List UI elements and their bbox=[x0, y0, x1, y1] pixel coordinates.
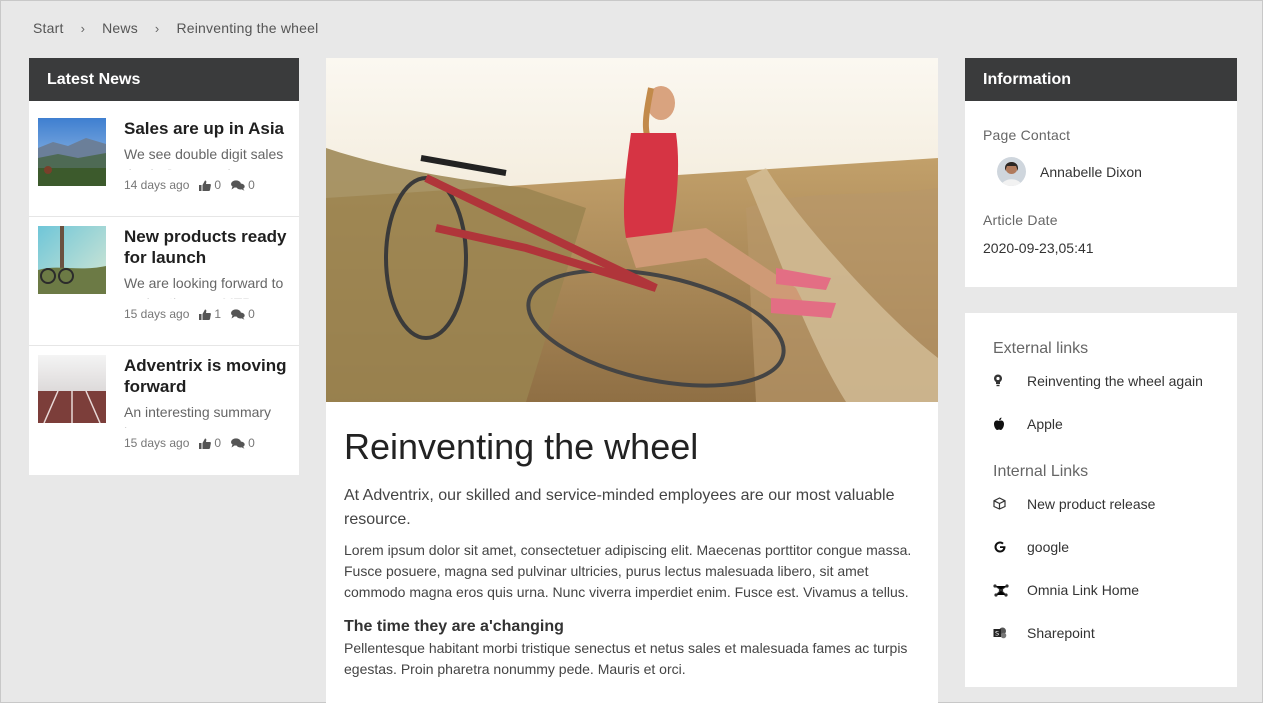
link-label[interactable]: Apple bbox=[1027, 416, 1063, 432]
news-age: 14 days ago bbox=[124, 178, 190, 192]
contact-name[interactable]: Annabelle Dixon bbox=[1040, 164, 1142, 180]
breadcrumb-news[interactable]: News bbox=[102, 20, 138, 36]
link-label[interactable]: New product release bbox=[1027, 496, 1155, 512]
link-item[interactable]: New product release bbox=[993, 482, 1209, 525]
news-meta: 15 days ago 0 0 bbox=[124, 436, 289, 450]
news-item[interactable]: Sales are up in Asia We see double digit… bbox=[29, 101, 299, 217]
comments-icon bbox=[231, 308, 245, 320]
news-thumbnail[interactable] bbox=[38, 226, 106, 294]
information-panel: Information Page Contact Annabelle Dixon… bbox=[965, 58, 1237, 287]
comments-stat[interactable]: 0 bbox=[231, 307, 255, 321]
link-label[interactable]: Reinventing the wheel again bbox=[1027, 373, 1203, 389]
likes-count: 0 bbox=[214, 178, 222, 192]
breadcrumb-start[interactable]: Start bbox=[33, 20, 64, 36]
article-date-label: Article Date bbox=[983, 212, 1058, 228]
comments-count: 0 bbox=[248, 436, 255, 450]
likes-count: 1 bbox=[214, 307, 222, 321]
news-summary: We see double digit sales rise in Japan … bbox=[124, 146, 284, 170]
link-label[interactable]: google bbox=[1027, 539, 1069, 555]
comments-icon bbox=[231, 179, 245, 191]
lightbulb-icon bbox=[993, 374, 1027, 388]
avatar[interactable] bbox=[997, 157, 1026, 186]
news-age: 15 days ago bbox=[124, 307, 190, 321]
likes-stat[interactable]: 0 bbox=[199, 178, 221, 192]
comments-stat[interactable]: 0 bbox=[231, 436, 255, 450]
news-meta: 14 days ago 0 0 bbox=[124, 178, 289, 192]
news-age: 15 days ago bbox=[124, 436, 190, 450]
article-subheading: The time they are a'changing bbox=[344, 618, 564, 635]
comments-icon bbox=[231, 437, 245, 449]
internal-links-heading: Internal Links bbox=[993, 463, 1089, 480]
link-item[interactable]: Apple bbox=[993, 402, 1209, 445]
news-thumbnail[interactable] bbox=[38, 118, 106, 186]
link-item[interactable]: google bbox=[993, 525, 1209, 568]
link-label[interactable]: Sharepoint bbox=[1027, 625, 1095, 641]
comments-stat[interactable]: 0 bbox=[231, 178, 255, 192]
link-item[interactable]: Omnia Link Home bbox=[993, 568, 1209, 611]
news-title[interactable]: Sales are up in Asia bbox=[124, 118, 289, 139]
information-title: Information bbox=[965, 58, 1237, 101]
article-lead: At Adventrix, our skilled and service-mi… bbox=[344, 487, 895, 528]
link-item[interactable]: S Sharepoint bbox=[993, 611, 1209, 654]
latest-news-panel: Latest News Sales are up in Asia We see … bbox=[29, 58, 299, 475]
apple-icon bbox=[993, 417, 1027, 431]
box-icon bbox=[993, 497, 1027, 510]
news-meta: 15 days ago 1 0 bbox=[124, 307, 289, 321]
page-contact[interactable]: Annabelle Dixon bbox=[997, 157, 1219, 186]
hero-image bbox=[326, 58, 938, 402]
page-contact-label: Page Contact bbox=[983, 127, 1071, 143]
thumbs-up-icon bbox=[199, 180, 212, 191]
comments-count: 0 bbox=[248, 178, 255, 192]
news-summary: An interesting summary here bbox=[124, 404, 272, 428]
news-title[interactable]: New products ready for launch bbox=[124, 226, 289, 268]
news-title[interactable]: Adventrix is moving forward bbox=[124, 355, 289, 397]
news-thumbnail[interactable] bbox=[38, 355, 106, 423]
article-title: Reinventing the wheel bbox=[344, 426, 699, 467]
breadcrumb: Start › News › Reinventing the wheel bbox=[33, 20, 318, 36]
breadcrumb-current: Reinventing the wheel bbox=[176, 20, 319, 36]
likes-stat[interactable]: 0 bbox=[199, 436, 221, 450]
network-icon bbox=[993, 583, 1027, 597]
sharepoint-icon: S bbox=[993, 626, 1027, 640]
google-icon bbox=[993, 540, 1027, 554]
likes-stat[interactable]: 1 bbox=[199, 307, 221, 321]
likes-count: 0 bbox=[214, 436, 222, 450]
news-item[interactable]: Adventrix is moving forward An interesti… bbox=[29, 346, 299, 475]
latest-news-title: Latest News bbox=[29, 58, 299, 101]
breadcrumb-separator: › bbox=[80, 20, 86, 36]
article: Reinventing the wheel At Adventrix, our … bbox=[326, 58, 938, 703]
breadcrumb-separator: › bbox=[154, 20, 160, 36]
thumbs-up-icon bbox=[199, 438, 212, 449]
news-list: Sales are up in Asia We see double digit… bbox=[29, 101, 299, 475]
article-date-value: 2020-09-23,05:41 bbox=[983, 240, 1094, 256]
news-summary: We are looking forward to seeing the new… bbox=[124, 275, 284, 299]
article-paragraph: Lorem ipsum dolor sit amet, consectetuer… bbox=[344, 542, 912, 600]
news-item[interactable]: New products ready for launch We are loo… bbox=[29, 217, 299, 346]
link-label[interactable]: Omnia Link Home bbox=[1027, 582, 1139, 598]
link-item[interactable]: Reinventing the wheel again bbox=[993, 359, 1209, 402]
links-panel: External links Reinventing the wheel aga… bbox=[965, 313, 1237, 687]
svg-text:S: S bbox=[995, 629, 999, 637]
article-paragraph: Pellentesque habitant morbi tristique se… bbox=[344, 640, 908, 677]
thumbs-up-icon bbox=[199, 309, 212, 320]
comments-count: 0 bbox=[248, 307, 255, 321]
external-links-heading: External links bbox=[993, 340, 1089, 357]
